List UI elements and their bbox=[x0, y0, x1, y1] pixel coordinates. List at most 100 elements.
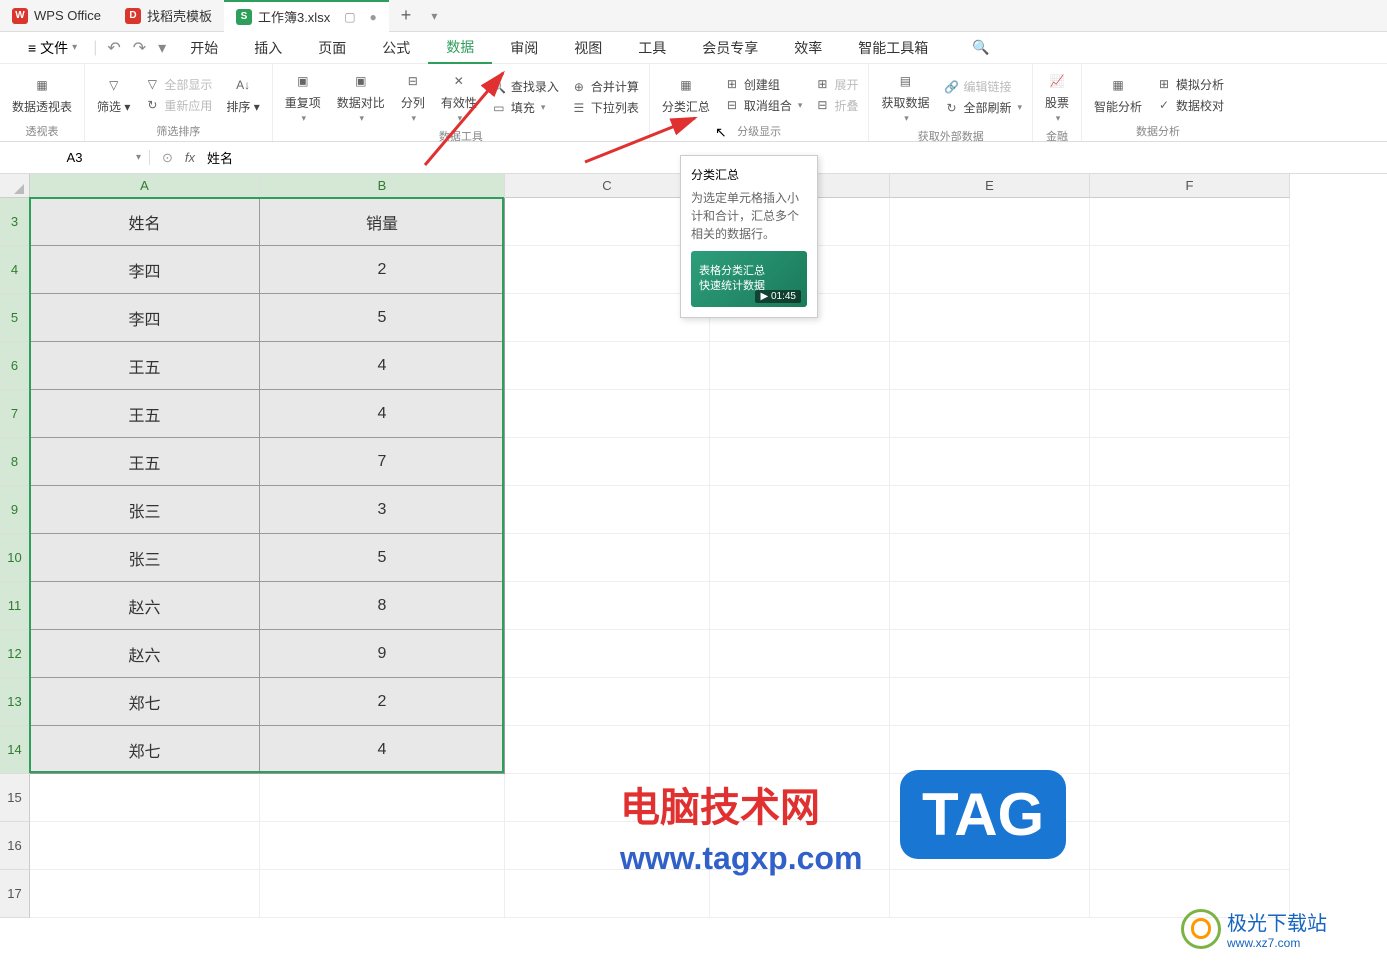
cell-B15[interactable] bbox=[260, 774, 505, 822]
menu-item-5[interactable]: 审阅 bbox=[492, 32, 556, 64]
cell-A9[interactable]: 张三 bbox=[30, 486, 260, 534]
cell-F9[interactable] bbox=[1090, 486, 1290, 534]
cell-F3[interactable] bbox=[1090, 198, 1290, 246]
menu-item-3[interactable]: 公式 bbox=[364, 32, 428, 64]
cell-E8[interactable] bbox=[890, 438, 1090, 486]
cell-C17[interactable] bbox=[505, 870, 710, 918]
row-header-8[interactable]: 8 bbox=[0, 438, 30, 486]
cell-E14[interactable] bbox=[890, 726, 1090, 774]
cell-E5[interactable] bbox=[890, 294, 1090, 342]
tab-template[interactable]: D 找稻壳模板 bbox=[113, 0, 224, 32]
sort-button[interactable]: A↓ 排序 ▾ bbox=[222, 72, 263, 117]
compare-button[interactable]: ▣数据对比 bbox=[333, 68, 389, 126]
fx-icon[interactable]: fx bbox=[185, 150, 195, 165]
cell-C12[interactable] bbox=[505, 630, 710, 678]
cell-E12[interactable] bbox=[890, 630, 1090, 678]
create-group-button[interactable]: ⊞创建组 bbox=[722, 75, 805, 94]
cell-A6[interactable]: 王五 bbox=[30, 342, 260, 390]
cell-F16[interactable] bbox=[1090, 822, 1290, 870]
cell-A13[interactable]: 郑七 bbox=[30, 678, 260, 726]
col-header-E[interactable]: E bbox=[890, 174, 1090, 198]
smart-analysis-button[interactable]: ▦智能分析 bbox=[1090, 72, 1146, 117]
menu-item-9[interactable]: 效率 bbox=[776, 32, 840, 64]
cell-E11[interactable] bbox=[890, 582, 1090, 630]
cell-B12[interactable]: 9 bbox=[260, 630, 505, 678]
cell-C10[interactable] bbox=[505, 534, 710, 582]
cell-B10[interactable]: 5 bbox=[260, 534, 505, 582]
cell-B11[interactable]: 8 bbox=[260, 582, 505, 630]
chevron-down-icon[interactable]: ▾ bbox=[136, 152, 141, 163]
cell-D8[interactable] bbox=[710, 438, 890, 486]
cell-B17[interactable] bbox=[260, 870, 505, 918]
get-data-button[interactable]: ▤获取数据 bbox=[877, 68, 933, 126]
formula-input[interactable]: 姓名 bbox=[207, 148, 233, 167]
cell-C7[interactable] bbox=[505, 390, 710, 438]
menu-item-2[interactable]: 页面 bbox=[300, 32, 364, 64]
search-icon[interactable]: ⊙ bbox=[162, 150, 173, 166]
select-all-corner[interactable] bbox=[0, 174, 30, 198]
row-header-7[interactable]: 7 bbox=[0, 390, 30, 438]
cell-F10[interactable] bbox=[1090, 534, 1290, 582]
row-header-9[interactable]: 9 bbox=[0, 486, 30, 534]
save-icon[interactable]: ▾ bbox=[152, 38, 172, 58]
cell-D9[interactable] bbox=[710, 486, 890, 534]
cell-D11[interactable] bbox=[710, 582, 890, 630]
menu-item-8[interactable]: 会员专享 bbox=[684, 32, 776, 64]
tab-menu-icon[interactable]: ▢ bbox=[344, 10, 355, 24]
cell-A14[interactable]: 郑七 bbox=[30, 726, 260, 774]
cell-B4[interactable]: 2 bbox=[260, 246, 505, 294]
cell-A10[interactable]: 张三 bbox=[30, 534, 260, 582]
row-header-3[interactable]: 3 bbox=[0, 198, 30, 246]
cell-F7[interactable] bbox=[1090, 390, 1290, 438]
duplicates-button[interactable]: ▣重复项 bbox=[281, 68, 325, 126]
tab-workbook[interactable]: S 工作簿3.xlsx ▢ ● bbox=[224, 0, 389, 32]
cell-D13[interactable] bbox=[710, 678, 890, 726]
cell-E6[interactable] bbox=[890, 342, 1090, 390]
cell-B8[interactable]: 7 bbox=[260, 438, 505, 486]
row-header-12[interactable]: 12 bbox=[0, 630, 30, 678]
redo-icon[interactable]: ↷ bbox=[127, 38, 152, 58]
cell-A15[interactable] bbox=[30, 774, 260, 822]
row-header-16[interactable]: 16 bbox=[0, 822, 30, 870]
new-tab-button[interactable]: + bbox=[389, 5, 424, 26]
collapse-button[interactable]: ⊟折叠 bbox=[812, 96, 860, 115]
cell-E4[interactable] bbox=[890, 246, 1090, 294]
ungroup-button[interactable]: ⊟取消组合 bbox=[722, 96, 805, 115]
row-header-6[interactable]: 6 bbox=[0, 342, 30, 390]
cell-B7[interactable]: 4 bbox=[260, 390, 505, 438]
tab-wps-office[interactable]: W WPS Office bbox=[0, 0, 113, 32]
cell-D12[interactable] bbox=[710, 630, 890, 678]
cell-D10[interactable] bbox=[710, 534, 890, 582]
col-header-A[interactable]: A bbox=[30, 174, 260, 198]
cell-E7[interactable] bbox=[890, 390, 1090, 438]
cell-E10[interactable] bbox=[890, 534, 1090, 582]
row-header-14[interactable]: 14 bbox=[0, 726, 30, 774]
cell-C13[interactable] bbox=[505, 678, 710, 726]
show-all-button[interactable]: ▽全部显示 bbox=[142, 75, 214, 94]
cell-D7[interactable] bbox=[710, 390, 890, 438]
file-menu[interactable]: ≡ 文件 ▾ bbox=[16, 38, 89, 58]
undo-icon[interactable]: ↶ bbox=[101, 38, 126, 58]
stock-button[interactable]: 📈股票 bbox=[1041, 68, 1073, 126]
cell-E17[interactable] bbox=[890, 870, 1090, 918]
cell-B5[interactable]: 5 bbox=[260, 294, 505, 342]
menu-item-0[interactable]: 开始 bbox=[172, 32, 236, 64]
search-menu[interactable]: 🔍 bbox=[954, 32, 1007, 64]
cell-C9[interactable] bbox=[505, 486, 710, 534]
cell-D17[interactable] bbox=[710, 870, 890, 918]
cell-F11[interactable] bbox=[1090, 582, 1290, 630]
cell-B6[interactable]: 4 bbox=[260, 342, 505, 390]
cell-A4[interactable]: 李四 bbox=[30, 246, 260, 294]
menu-item-6[interactable]: 视图 bbox=[556, 32, 620, 64]
filter-button[interactable]: ▽ 筛选 ▾ bbox=[93, 72, 134, 117]
cell-E3[interactable] bbox=[890, 198, 1090, 246]
cell-A11[interactable]: 赵六 bbox=[30, 582, 260, 630]
merge-calc-button[interactable]: ⊕合并计算 bbox=[569, 77, 641, 96]
cell-B3[interactable]: 销量 bbox=[260, 198, 505, 246]
cell-F13[interactable] bbox=[1090, 678, 1290, 726]
cell-F8[interactable] bbox=[1090, 438, 1290, 486]
cell-A16[interactable] bbox=[30, 822, 260, 870]
cell-A12[interactable]: 赵六 bbox=[30, 630, 260, 678]
cell-B16[interactable] bbox=[260, 822, 505, 870]
cell-A5[interactable]: 李四 bbox=[30, 294, 260, 342]
